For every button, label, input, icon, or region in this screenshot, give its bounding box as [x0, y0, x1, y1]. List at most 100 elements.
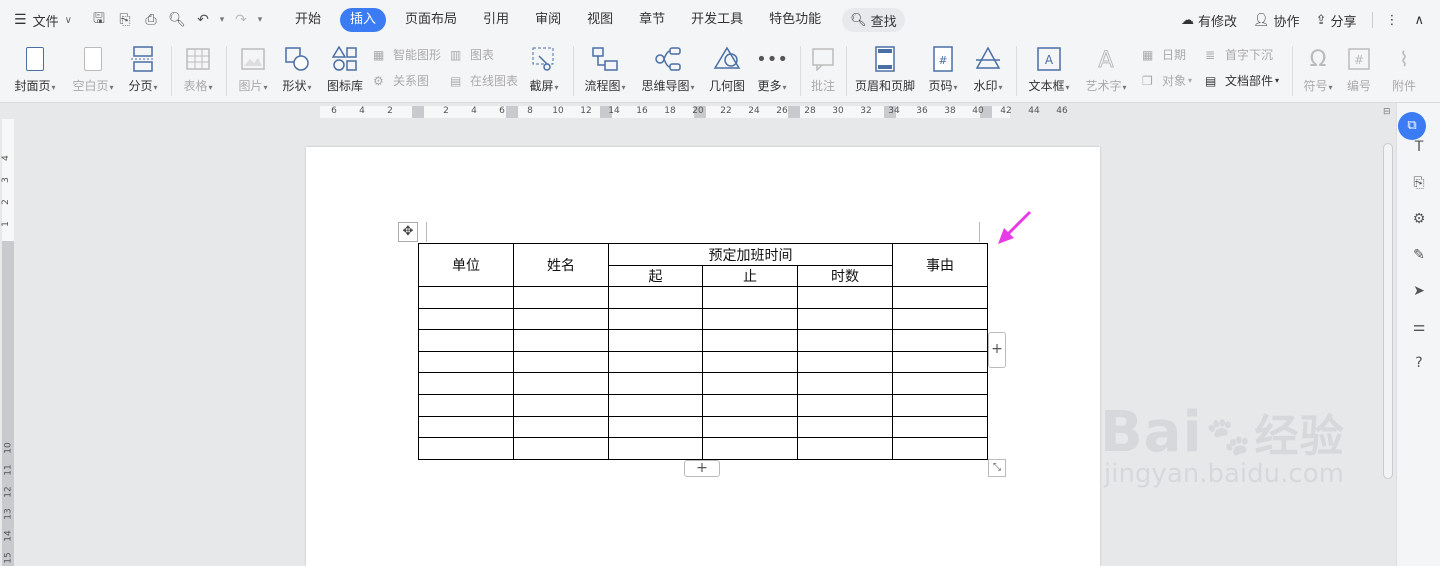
- header-cell-unit[interactable]: 单位: [418, 243, 514, 287]
- more-button[interactable]: ••• 更多▾: [754, 40, 790, 103]
- table-cell[interactable]: [418, 415, 514, 439]
- header-cell-reason[interactable]: 事由: [892, 243, 988, 287]
- scroll-split-icon[interactable]: ⊟: [1383, 107, 1391, 117]
- attachment-button[interactable]: ⌇ 附件: [1386, 40, 1422, 103]
- table-cell[interactable]: [702, 372, 798, 395]
- table-cell[interactable]: [892, 286, 988, 309]
- table-cell[interactable]: [513, 307, 609, 331]
- tab-review[interactable]: 审阅: [522, 8, 574, 32]
- flowchart-button[interactable]: 流程图▾: [582, 40, 628, 103]
- table-cell[interactable]: [513, 437, 609, 460]
- tab-references[interactable]: 引用: [470, 8, 522, 32]
- table-cell[interactable]: [702, 437, 798, 460]
- tab-home[interactable]: 开始: [282, 8, 334, 32]
- add-row-button[interactable]: +: [684, 460, 720, 477]
- table-cell[interactable]: [892, 372, 988, 395]
- add-column-button[interactable]: +: [988, 332, 1006, 368]
- table-cell[interactable]: [892, 307, 988, 331]
- dropcap-button[interactable]: ≣ 首字下沉: [1205, 46, 1273, 63]
- document-settings-icon[interactable]: ⚙: [1410, 211, 1428, 229]
- table-cell[interactable]: [513, 329, 609, 352]
- table-cell[interactable]: [608, 393, 703, 417]
- table-cell[interactable]: [797, 393, 893, 417]
- text-style-icon[interactable]: T: [1410, 139, 1428, 157]
- table-cell[interactable]: [797, 350, 893, 374]
- table-cell[interactable]: [608, 350, 703, 374]
- table-cell[interactable]: [797, 286, 893, 309]
- header-cell-start[interactable]: 起: [608, 265, 703, 287]
- screenshot-button[interactable]: 截屏▾: [526, 40, 562, 103]
- icon-library-button[interactable]: 图标库: [324, 40, 366, 103]
- search-button[interactable]: 🔍︎ 查找: [842, 8, 905, 32]
- print-icon[interactable]: ⎙: [138, 12, 164, 28]
- table-cell[interactable]: [608, 286, 703, 309]
- page-break-button[interactable]: 分页▾: [124, 40, 162, 103]
- chart-button[interactable]: ▥ 图表: [450, 46, 494, 63]
- ruler-column-marker[interactable]: [412, 106, 424, 118]
- table-cell[interactable]: [797, 415, 893, 439]
- table-cell[interactable]: [702, 286, 798, 309]
- tab-section[interactable]: 章节: [626, 8, 678, 32]
- save-icon[interactable]: 🖫: [86, 8, 112, 32]
- table-cell[interactable]: [608, 307, 703, 331]
- table-cell[interactable]: [797, 372, 893, 395]
- tab-page-layout[interactable]: 页面布局: [392, 8, 470, 32]
- horizontal-ruler[interactable]: 6 4 2 2 4 6 8 10 12 14 16 18 20 22 24 26…: [0, 103, 1380, 119]
- shape-button[interactable]: 形状▾: [278, 40, 316, 103]
- header-cell-name[interactable]: 姓名: [513, 243, 609, 287]
- header-cell-end[interactable]: 止: [702, 265, 798, 287]
- customize-dropdown-icon[interactable]: ▾: [254, 15, 266, 25]
- table-cell[interactable]: [892, 329, 988, 352]
- table-cell[interactable]: [892, 350, 988, 374]
- table-cell[interactable]: [702, 307, 798, 331]
- table-cell[interactable]: [797, 307, 893, 331]
- comment-button[interactable]: 批注: [806, 40, 840, 103]
- tab-view[interactable]: 视图: [574, 8, 626, 32]
- table-cell[interactable]: [418, 307, 514, 331]
- mindmap-button[interactable]: 思维导图▾: [639, 40, 697, 103]
- document-icon[interactable]: ⎘: [1410, 175, 1428, 193]
- collab-button[interactable]: 👤︎ 协作: [1253, 11, 1300, 30]
- doc-parts-button[interactable]: ▤ 文档部件 ▾: [1205, 72, 1279, 89]
- scrollbar-thumb[interactable]: [1383, 143, 1393, 479]
- ruler-column-marker[interactable]: [506, 106, 518, 118]
- wordart-button[interactable]: A 艺术字▾: [1082, 40, 1130, 103]
- table-cell[interactable]: [513, 286, 609, 309]
- table-cell[interactable]: [702, 350, 798, 374]
- table-cell[interactable]: [608, 372, 703, 395]
- relation-chart-button[interactable]: ⚙ 关系图: [373, 72, 429, 89]
- table-cell[interactable]: [418, 350, 514, 374]
- table-cell[interactable]: [418, 372, 514, 395]
- help-icon[interactable]: ?: [1410, 355, 1428, 373]
- undo-dropdown-icon[interactable]: ▾: [216, 15, 228, 25]
- table-cell[interactable]: [513, 350, 609, 374]
- geometry-button[interactable]: 几何图: [706, 40, 748, 103]
- table-cell[interactable]: [418, 286, 514, 309]
- vertical-scrollbar[interactable]: ⊟: [1380, 103, 1396, 566]
- ruler-column-marker[interactable]: [788, 106, 800, 118]
- table-resize-handle[interactable]: ⤡: [988, 459, 1006, 477]
- date-button[interactable]: ▦ 日期: [1142, 46, 1186, 63]
- blank-page-button[interactable]: 空白页▾: [68, 40, 118, 103]
- table-move-handle[interactable]: ✥: [398, 222, 418, 242]
- page-number-button[interactable]: # 页码▾: [924, 40, 962, 103]
- table-cell[interactable]: [513, 372, 609, 395]
- header-footer-button[interactable]: 页眉和页脚: [854, 40, 916, 103]
- redo-icon[interactable]: ↷: [228, 12, 254, 28]
- tab-insert[interactable]: 插入: [340, 8, 387, 32]
- object-button[interactable]: ❐ 对象 ▾: [1142, 72, 1192, 89]
- more-menu-button[interactable]: ⋮: [1385, 13, 1398, 28]
- table-cell[interactable]: [418, 329, 514, 352]
- table-cell[interactable]: [797, 329, 893, 352]
- format-painter-icon[interactable]: ⎘: [112, 12, 138, 28]
- table-cell[interactable]: [608, 437, 703, 460]
- table-cell[interactable]: [418, 393, 514, 417]
- table-cell[interactable]: [513, 393, 609, 417]
- table-cell[interactable]: [892, 415, 988, 439]
- table-cell[interactable]: [892, 393, 988, 417]
- watermark-button[interactable]: 水印▾: [968, 40, 1008, 103]
- print-preview-icon[interactable]: 🔍︎: [164, 12, 190, 28]
- undo-icon[interactable]: ↶: [190, 12, 216, 28]
- pen-icon[interactable]: ✎: [1410, 247, 1428, 265]
- vertical-ruler[interactable]: 4 3 2 1 10 11 12 13 14 15: [0, 119, 16, 566]
